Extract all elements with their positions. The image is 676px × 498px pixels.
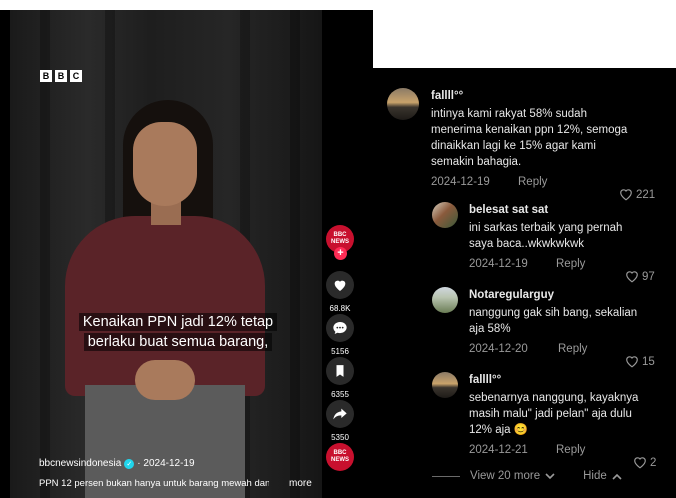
commenter-avatar[interactable] bbox=[387, 88, 419, 120]
creator-avatar[interactable]: BBC NEWS + bbox=[326, 225, 354, 260]
comment-meta: 2024-12-20 Reply 15 bbox=[469, 343, 669, 368]
commenter-avatar[interactable] bbox=[432, 202, 458, 228]
reply-button[interactable]: Reply bbox=[558, 343, 587, 355]
comment-like-button[interactable]: 221 bbox=[619, 188, 655, 201]
sound-disc-icon[interactable]: BBC NEWS bbox=[326, 443, 354, 471]
comment-text: ini sarkas terbaik yang pernah saya baca… bbox=[469, 222, 623, 250]
video-date: · 2024-12-19 bbox=[137, 458, 195, 469]
hide-replies-button[interactable]: Hide bbox=[583, 470, 622, 482]
comment-like-button[interactable]: 15 bbox=[625, 355, 655, 368]
comment-meta: 2024-12-21 Reply 2 bbox=[469, 444, 669, 469]
commenter-avatar[interactable] bbox=[432, 372, 458, 398]
reply-button[interactable]: Reply bbox=[518, 176, 547, 188]
comment-like-count: 221 bbox=[636, 188, 656, 201]
comment-text: intinya kami rakyat 58% sudah menerima k… bbox=[431, 108, 628, 168]
comment-icon bbox=[333, 322, 347, 334]
comment-date: 2024-12-21 bbox=[469, 444, 528, 456]
chevron-down-icon bbox=[545, 472, 555, 479]
share-icon bbox=[333, 408, 347, 420]
video-caption: Kenaikan PPN jadi 12% tetap berlaku buat… bbox=[78, 312, 278, 352]
share-button[interactable] bbox=[326, 400, 354, 428]
verified-icon: ✓ bbox=[124, 458, 135, 469]
comment-date: 2024-12-19 bbox=[469, 258, 528, 270]
comment-author[interactable]: belesat sat sat bbox=[469, 204, 669, 216]
video-panel: B B C Kenaikan PPN jadi 12% tetap berlak… bbox=[0, 10, 373, 498]
comment-like-button[interactable]: 2 bbox=[633, 456, 656, 469]
reply-button[interactable]: Reply bbox=[556, 444, 585, 456]
comment-like-count: 97 bbox=[642, 270, 655, 283]
comment-item: fallll°° intinya kami rakyat 58% sudah m… bbox=[431, 90, 661, 201]
heart-icon bbox=[334, 280, 346, 291]
comment-date: 2024-12-20 bbox=[469, 343, 528, 355]
comment-meta: 2024-12-19 Reply 221 bbox=[431, 176, 661, 201]
video-description: PPN 12 persen bukan hanya untuk barang m… bbox=[39, 478, 269, 489]
chevron-up-icon bbox=[612, 473, 622, 480]
comment-date: 2024-12-19 bbox=[431, 176, 490, 188]
save-button[interactable] bbox=[326, 357, 354, 385]
like-count: 68.8K bbox=[329, 304, 351, 313]
video-player[interactable]: B B C Kenaikan PPN jadi 12% tetap berlak… bbox=[10, 10, 322, 498]
comment-author[interactable]: fallll°° bbox=[431, 90, 661, 102]
comment-count: 5156 bbox=[331, 347, 349, 356]
comment-meta: 2024-12-19 Reply 97 bbox=[469, 258, 669, 283]
comment-text: nanggung gak sih bang, sekalian aja 58% bbox=[469, 307, 638, 335]
bookmark-icon bbox=[336, 365, 344, 377]
comment-item: belesat sat sat ini sarkas terbaik yang … bbox=[469, 204, 669, 283]
comment-like-button[interactable]: 97 bbox=[625, 270, 655, 283]
comment-like-count: 15 bbox=[642, 355, 655, 368]
more-link[interactable]: more bbox=[289, 478, 312, 489]
comment-like-count: 2 bbox=[650, 456, 657, 469]
comments-footer: View 20 more Hide bbox=[432, 470, 622, 482]
comment-item: fallll°° sebenarnya nanggung, kayaknya m… bbox=[469, 374, 669, 469]
follow-plus-icon[interactable]: + bbox=[334, 247, 347, 260]
view-more-replies-button[interactable]: View 20 more bbox=[470, 470, 555, 482]
share-count: 5350 bbox=[331, 433, 349, 442]
comment-item: Notaregularguy nanggung gak sih bang, se… bbox=[469, 289, 669, 368]
action-column: BBC NEWS + 68.8K 5156 6355 5350 BBC NEWS bbox=[322, 225, 358, 471]
bbc-logo: B B C bbox=[40, 70, 82, 82]
presenter-figure bbox=[65, 100, 265, 498]
heart-outline-icon bbox=[634, 457, 646, 469]
comment-text: sebenarnya nanggung, kayaknya masih malu… bbox=[469, 392, 639, 436]
like-button[interactable] bbox=[326, 271, 354, 299]
divider-line bbox=[432, 475, 460, 477]
comment-author[interactable]: fallll°° bbox=[469, 374, 669, 386]
comment-button[interactable] bbox=[326, 314, 354, 342]
reply-button[interactable]: Reply bbox=[556, 258, 585, 270]
comment-author[interactable]: Notaregularguy bbox=[469, 289, 669, 301]
heart-outline-icon bbox=[626, 271, 638, 283]
save-count: 6355 bbox=[331, 390, 349, 399]
commenter-avatar[interactable] bbox=[432, 287, 458, 313]
heart-outline-icon bbox=[626, 356, 638, 368]
author-handle[interactable]: bbcnewsindonesia bbox=[39, 458, 121, 469]
video-author[interactable]: bbcnewsindonesia ✓ · 2024-12-19 bbox=[39, 458, 195, 469]
heart-outline-icon bbox=[620, 189, 632, 201]
